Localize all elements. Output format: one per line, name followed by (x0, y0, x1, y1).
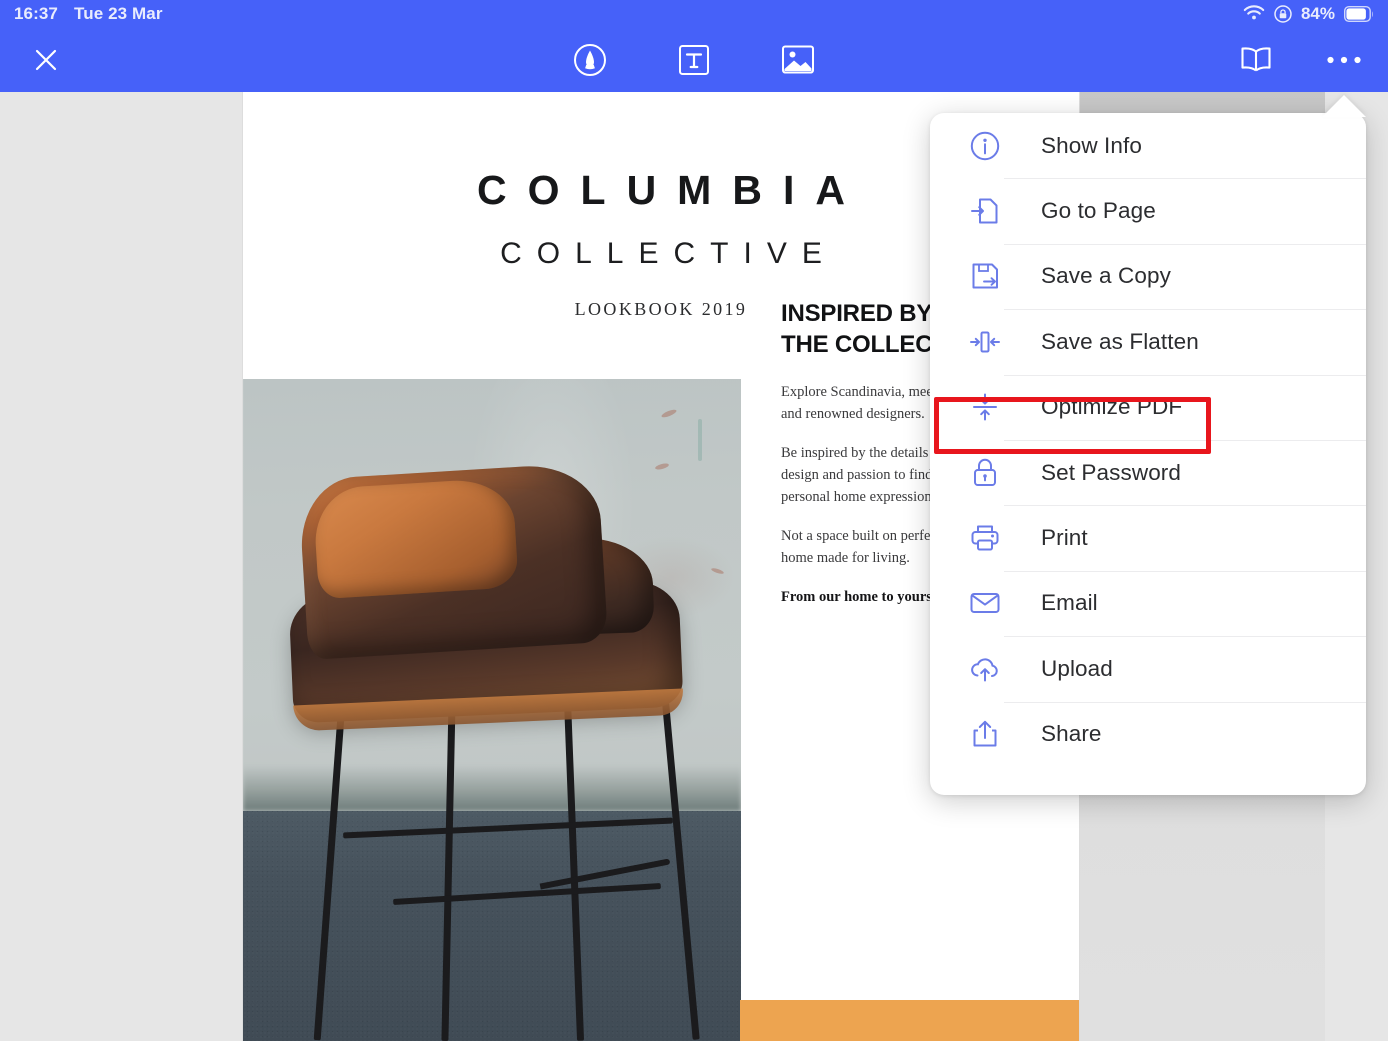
image-insert-button[interactable] (776, 38, 820, 82)
toolbar-right-group (1234, 27, 1366, 92)
wifi-icon (1243, 5, 1265, 22)
pdf-reader-app: 16:37 Tue 23 Mar 84% COLUMBIA COLLECTIVE… (0, 0, 1388, 1041)
image-insert-icon (782, 45, 814, 73)
envelope-icon (967, 585, 1003, 621)
status-bar-left: 16:37 Tue 23 Mar (0, 4, 163, 24)
cloud-upload-icon (967, 651, 1003, 687)
lock-icon (967, 455, 1003, 491)
menu-item-save-as-flatten[interactable]: Save as Flatten (930, 309, 1366, 374)
menu-item-upload[interactable]: Upload (930, 636, 1366, 701)
menu-item-label: Go to Page (1041, 198, 1156, 224)
menu-item-email[interactable]: Email (930, 570, 1366, 636)
menu-item-label: Save as Flatten (1041, 328, 1199, 354)
chair-photograph (243, 379, 741, 1041)
accent-band (740, 1000, 1079, 1041)
flatten-icon (967, 324, 1003, 360)
book-reader-icon (1241, 46, 1271, 71)
menu-item-label: Upload (1041, 655, 1113, 681)
menu-item-label: Optimize PDF (1041, 394, 1183, 420)
menu-item-label: Set Password (1041, 459, 1182, 485)
annotate-pen-icon (574, 43, 606, 76)
menu-item-label: Print (1041, 525, 1088, 551)
status-bar-right: 84% (1243, 4, 1388, 24)
toolbar-center-group (0, 27, 1388, 92)
text-box-icon (679, 44, 709, 75)
info-circle-icon (967, 128, 1003, 164)
annotate-pen-button[interactable] (568, 38, 612, 82)
status-date: Tue 23 Mar (73, 3, 163, 23)
compress-icon (967, 389, 1003, 425)
menu-item-label: Share (1041, 721, 1102, 747)
status-bar: 16:37 Tue 23 Mar 84% (0, 0, 1388, 27)
menu-item-label: Email (1041, 590, 1098, 616)
rotation-lock-icon (1274, 4, 1292, 23)
menu-item-show-info[interactable]: Show Info (930, 113, 1366, 178)
more-options-icon (1327, 56, 1361, 63)
menu-item-print[interactable]: Print (930, 505, 1366, 570)
menu-item-label: Show Info (1041, 132, 1142, 158)
status-time: 16:37 (14, 3, 58, 23)
save-copy-icon (967, 258, 1003, 294)
menu-item-go-to-page[interactable]: Go to Page (930, 178, 1366, 243)
book-reader-button[interactable] (1234, 38, 1278, 82)
menu-item-optimize-pdf[interactable]: Optimize PDF (930, 374, 1366, 440)
text-box-button[interactable] (672, 38, 716, 82)
menu-caret-icon (1322, 95, 1366, 117)
menu-item-label: Save a Copy (1041, 263, 1171, 289)
more-options-button[interactable] (1322, 38, 1366, 82)
battery-percentage: 84% (1300, 3, 1335, 23)
more-options-menu: Show Info Go to Page Save a Copy Save as… (930, 113, 1366, 795)
battery-icon (1344, 5, 1374, 22)
chair-backrest (297, 462, 609, 660)
photo-baseboard (243, 765, 741, 811)
menu-item-save-a-copy[interactable]: Save a Copy (930, 243, 1366, 309)
menu-item-share[interactable]: Share (930, 701, 1366, 767)
app-toolbar (0, 27, 1388, 92)
share-icon (967, 716, 1003, 752)
go-to-page-icon (967, 193, 1003, 229)
printer-icon (967, 520, 1003, 556)
menu-item-set-password[interactable]: Set Password (930, 439, 1366, 505)
wall-speck (698, 419, 702, 461)
